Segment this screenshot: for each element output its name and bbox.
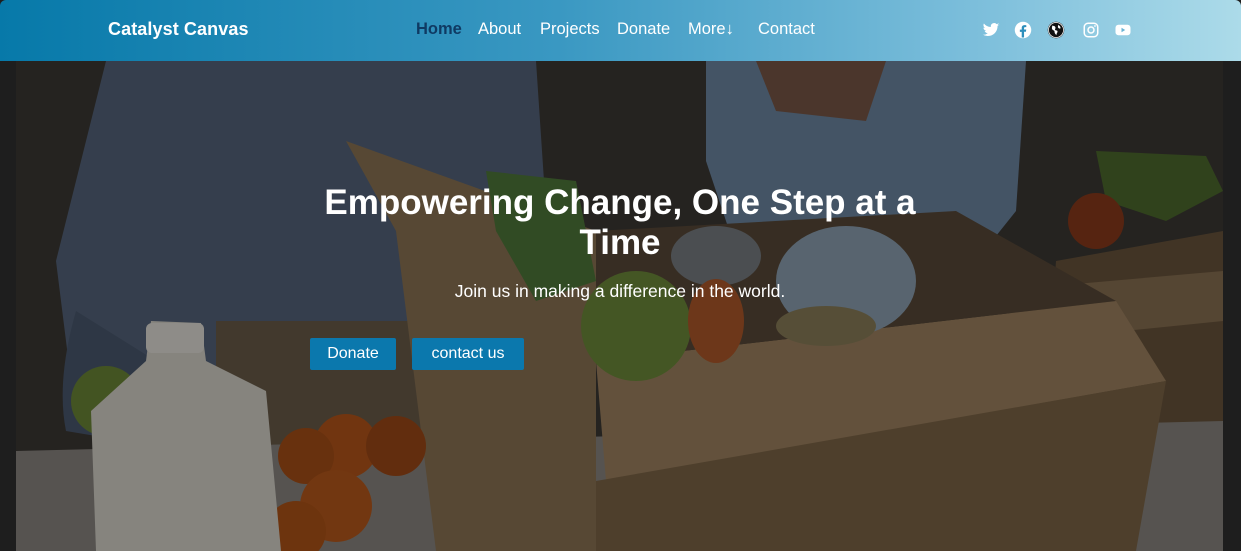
hero-overlay [16, 61, 1223, 551]
hero-section: Empowering Change, One Step at a Time Jo… [16, 61, 1223, 551]
twitter-icon[interactable] [982, 21, 1000, 39]
contact-us-button[interactable]: contact us [412, 338, 524, 370]
nav-link-projects[interactable]: Projects [540, 20, 600, 39]
hero-title: Empowering Change, One Step at a Time [324, 183, 916, 262]
instagram-icon[interactable] [1082, 21, 1100, 39]
facebook-icon[interactable] [1014, 21, 1032, 39]
nav-link-donate[interactable]: Donate [617, 20, 670, 39]
page: Catalyst Canvas Home About Projects Dona… [0, 0, 1241, 551]
nav-link-more-dropdown[interactable]: More↓ [688, 20, 734, 39]
nav-link-about[interactable]: About [478, 20, 521, 39]
youtube-icon[interactable] [1114, 21, 1132, 39]
brand-logo[interactable]: Catalyst Canvas [108, 19, 249, 40]
nav-link-home[interactable]: Home [416, 20, 462, 39]
hero-subtitle: Join us in making a difference in the wo… [454, 281, 786, 301]
navbar: Catalyst Canvas Home About Projects Dona… [0, 0, 1241, 61]
globe-icon[interactable] [1047, 21, 1065, 39]
nav-link-contact[interactable]: Contact [758, 20, 815, 39]
donate-button[interactable]: Donate [310, 338, 396, 370]
